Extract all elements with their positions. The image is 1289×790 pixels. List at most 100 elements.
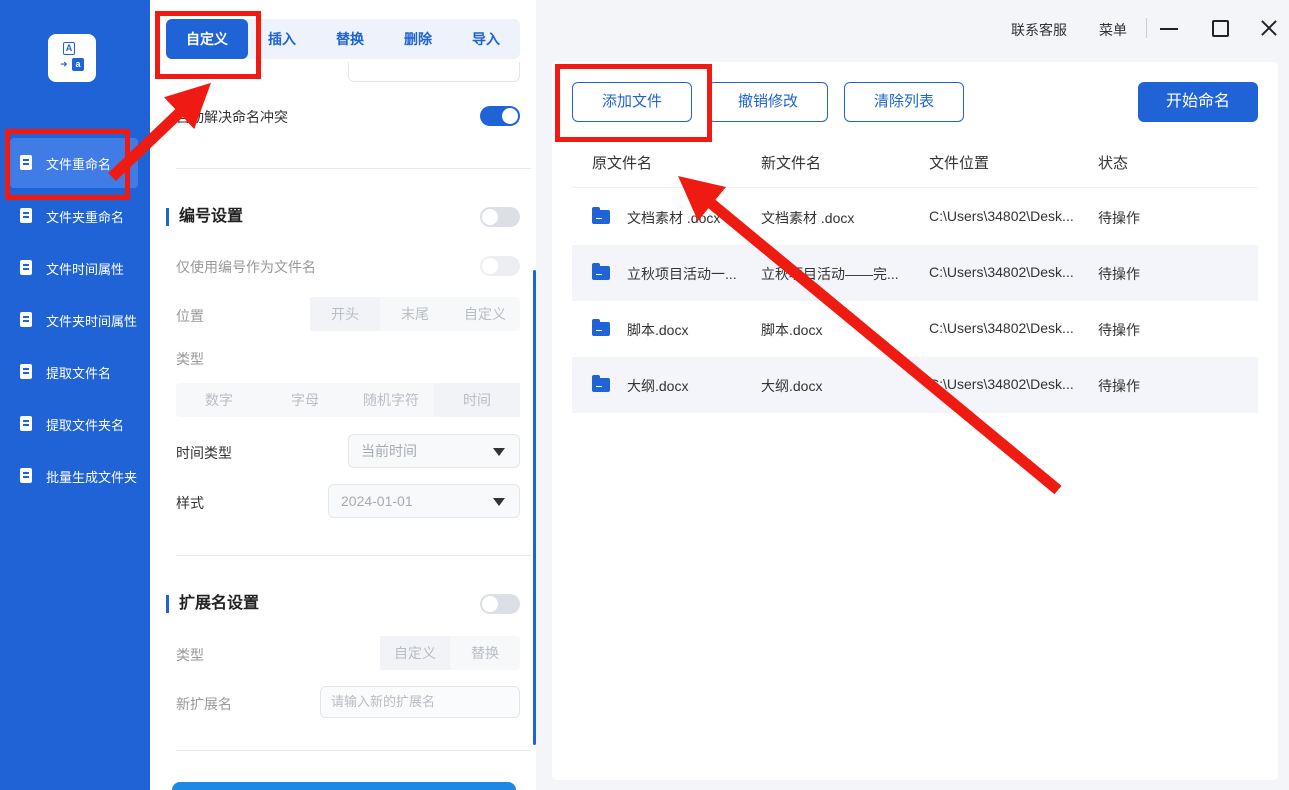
add-file-button[interactable]: 添加文件 [572, 82, 692, 122]
sidebar-item-file-rename[interactable]: 文件重命名 [10, 138, 138, 188]
panel-bottom-button[interactable] [172, 782, 516, 790]
time-type-select[interactable]: 当前时间 [348, 434, 520, 468]
sidebar-item-label: 文件夹时间属性 [46, 313, 138, 329]
divider [176, 750, 531, 751]
tab-replace[interactable]: 替换 [316, 19, 384, 59]
support-link[interactable]: 联系客服 [1011, 20, 1067, 40]
sidebar-item-batch-folders[interactable]: 批量生成文件夹 [0, 450, 150, 502]
sidebar-item-label: 提取文件夹名 [46, 417, 125, 433]
position-option-custom[interactable]: 自定义 [450, 297, 520, 331]
sidebar: A ➜ a 文件重命名 文件夹重命名 文件时间属性 文件夹时间属性 提取文件名 … [0, 0, 150, 790]
time-type-label: 时间类型 [176, 445, 232, 461]
minimize-icon[interactable] [1159, 18, 1179, 38]
logo-arrow-icon: ➜ [60, 59, 68, 69]
cell-new: 脚本.docx [761, 322, 823, 338]
type-option-letter[interactable]: 字母 [262, 383, 348, 417]
cell-location: C:\Users\34802\Desk... [929, 376, 1074, 392]
cell-status: 待操作 [1098, 378, 1140, 394]
folder-icon [592, 207, 610, 224]
sidebar-item-folder-rename[interactable]: 文件夹重命名 [0, 190, 150, 242]
cell-original: 文档素材 .docx [627, 210, 721, 226]
type-label: 类型 [176, 351, 204, 367]
cell-original: 脚本.docx [627, 322, 689, 338]
only-number-label: 仅使用编号作为文件名 [176, 259, 316, 275]
panel-scrollbar[interactable] [533, 270, 536, 745]
undo-button[interactable]: 撤销修改 [708, 82, 828, 122]
cell-new: 大纲.docx [761, 378, 823, 394]
sidebar-item-label: 文件重命名 [46, 156, 112, 172]
sidebar-item-extract-foldername[interactable]: 提取文件夹名 [0, 398, 150, 450]
logo-letter-a: A [63, 42, 75, 55]
file-edit-icon [18, 154, 36, 172]
cell-original: 大纲.docx [627, 378, 689, 394]
new-ext-input[interactable]: 请输入新的扩展名 [320, 686, 520, 718]
extension-section-title: 扩展名设置 [166, 595, 259, 613]
table-header: 原文件名 新文件名 文件位置 状态 [572, 134, 1258, 188]
column-header-status: 状态 [1098, 155, 1129, 172]
table-row[interactable]: 立秋项目活动一... 立秋项目活动——完... C:\Users\34802\D… [572, 245, 1258, 301]
folder-icon [592, 319, 610, 336]
position-option-start[interactable]: 开头 [310, 297, 380, 331]
ext-type-option-custom[interactable]: 自定义 [380, 636, 450, 670]
logo-letter-b: a [72, 58, 84, 71]
numbering-toggle[interactable] [480, 207, 520, 227]
divider [176, 168, 531, 169]
sidebar-item-extract-filename[interactable]: 提取文件名 [0, 346, 150, 398]
position-label: 位置 [176, 308, 204, 324]
tab-delete[interactable]: 删除 [384, 19, 452, 59]
auto-conflict-toggle[interactable] [480, 106, 520, 126]
ext-type-label: 类型 [176, 647, 204, 663]
ext-type-option-replace[interactable]: 替换 [450, 636, 520, 670]
sidebar-item-folder-time[interactable]: 文件夹时间属性 [0, 294, 150, 346]
cell-status: 待操作 [1098, 322, 1140, 338]
table-row[interactable]: 大纲.docx 大纲.docx C:\Users\34802\Desk... 待… [572, 357, 1258, 413]
maximize-icon[interactable] [1210, 18, 1230, 38]
only-number-toggle[interactable] [480, 256, 520, 276]
tab-custom[interactable]: 自定义 [166, 19, 248, 59]
sidebar-item-label: 批量生成文件夹 [46, 469, 138, 485]
extension-toggle[interactable] [480, 594, 520, 614]
tab-insert[interactable]: 插入 [248, 19, 316, 59]
cell-status: 待操作 [1098, 266, 1140, 282]
menu-link[interactable]: 菜单 [1099, 20, 1127, 40]
style-select[interactable]: 2024-01-01 [328, 484, 520, 518]
close-icon[interactable] [1259, 18, 1279, 38]
ext-type-selector: 自定义 替换 [380, 636, 520, 670]
start-rename-button[interactable]: 开始命名 [1138, 82, 1258, 122]
table-row[interactable]: 文档素材 .docx 文档素材 .docx C:\Users\34802\Des… [572, 189, 1258, 245]
column-header-original: 原文件名 [592, 155, 653, 172]
tab-import[interactable]: 导入 [452, 19, 520, 59]
mode-tabs: 自定义 插入 替换 删除 导入 [166, 19, 520, 59]
title-separator [1146, 18, 1147, 38]
sidebar-nav: 文件重命名 文件夹重命名 文件时间属性 文件夹时间属性 提取文件名 提取文件夹名 [0, 138, 150, 502]
sidebar-item-label: 提取文件名 [46, 365, 112, 381]
cell-location: C:\Users\34802\Desk... [929, 264, 1074, 280]
column-header-new: 新文件名 [761, 155, 822, 172]
sidebar-item-file-time[interactable]: 文件时间属性 [0, 242, 150, 294]
folder-clock-icon [18, 311, 36, 329]
style-value: 2024-01-01 [341, 493, 413, 509]
cell-original: 立秋项目活动一... [627, 266, 737, 282]
clear-list-button[interactable]: 清除列表 [844, 82, 964, 122]
cell-location: C:\Users\34802\Desk... [929, 208, 1074, 224]
sidebar-item-label: 文件夹重命名 [46, 209, 125, 225]
partial-input-field[interactable] [348, 62, 520, 82]
type-option-random[interactable]: 随机字符 [348, 383, 434, 417]
type-option-time[interactable]: 时间 [434, 383, 520, 417]
auto-conflict-label: 自动解决命名冲突 [176, 109, 288, 125]
cell-new: 文档素材 .docx [761, 210, 855, 226]
position-option-end[interactable]: 末尾 [380, 297, 450, 331]
table-row[interactable]: 脚本.docx 脚本.docx C:\Users\34802\Desk... 待… [572, 301, 1258, 357]
cell-status: 待操作 [1098, 210, 1140, 226]
app-window: A ➜ a 文件重命名 文件夹重命名 文件时间属性 文件夹时间属性 提取文件名 … [0, 0, 1289, 790]
caret-down-icon [493, 448, 505, 456]
file-list-area: 添加文件 撤销修改 清除列表 开始命名 原文件名 新文件名 文件位置 状态 文档… [552, 62, 1278, 780]
cell-location: C:\Users\34802\Desk... [929, 320, 1074, 336]
type-option-number[interactable]: 数字 [176, 383, 262, 417]
settings-panel: 自定义 插入 替换 删除 导入 自动解决命名冲突 编号设置 仅使用编号作为文件名… [150, 0, 536, 790]
new-ext-label: 新扩展名 [176, 696, 232, 712]
cell-new: 立秋项目活动——完... [761, 266, 899, 282]
folders-batch-icon [18, 467, 36, 485]
divider [176, 555, 531, 556]
folder-edit-icon [18, 207, 36, 225]
